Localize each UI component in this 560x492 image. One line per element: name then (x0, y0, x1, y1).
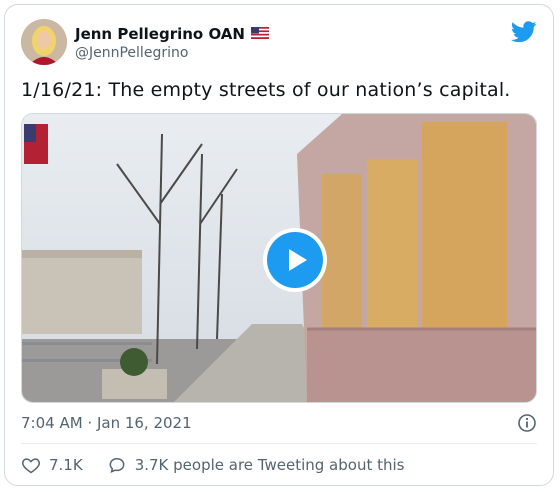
conversation-link[interactable]: 3.7K people are Tweeting about this (107, 455, 405, 475)
like-count: 7.1K (49, 456, 83, 474)
author-row: Jenn Pellegrino OAN (75, 24, 269, 43)
heart-icon (22, 458, 40, 474)
play-icon (267, 232, 323, 288)
tweet-card[interactable]: Jenn Pellegrino OAN @JennPellegrino 1/16… (4, 4, 554, 486)
play-button[interactable] (263, 228, 327, 292)
conversation-text: 3.7K people are Tweeting about this (134, 456, 405, 474)
tweet-text: 1/16/21: The empty streets of our nation… (21, 79, 511, 101)
video-thumbnail[interactable] (21, 113, 537, 403)
twitter-bird-icon[interactable] (510, 21, 537, 43)
like-button[interactable]: 7.1K (21, 455, 83, 475)
us-flag-icon (250, 24, 269, 43)
tweet-actions: 7.1K 3.7K people are Tweeting about this (21, 455, 428, 475)
reply-icon (109, 457, 125, 473)
author-handle[interactable]: @JennPellegrino (75, 45, 188, 61)
avatar[interactable] (21, 19, 67, 65)
info-icon[interactable] (517, 413, 537, 433)
divider (21, 443, 537, 444)
tweet-timestamp[interactable]: 7:04 AM · Jan 16, 2021 (21, 414, 192, 432)
display-name[interactable]: Jenn Pellegrino OAN (75, 25, 245, 43)
